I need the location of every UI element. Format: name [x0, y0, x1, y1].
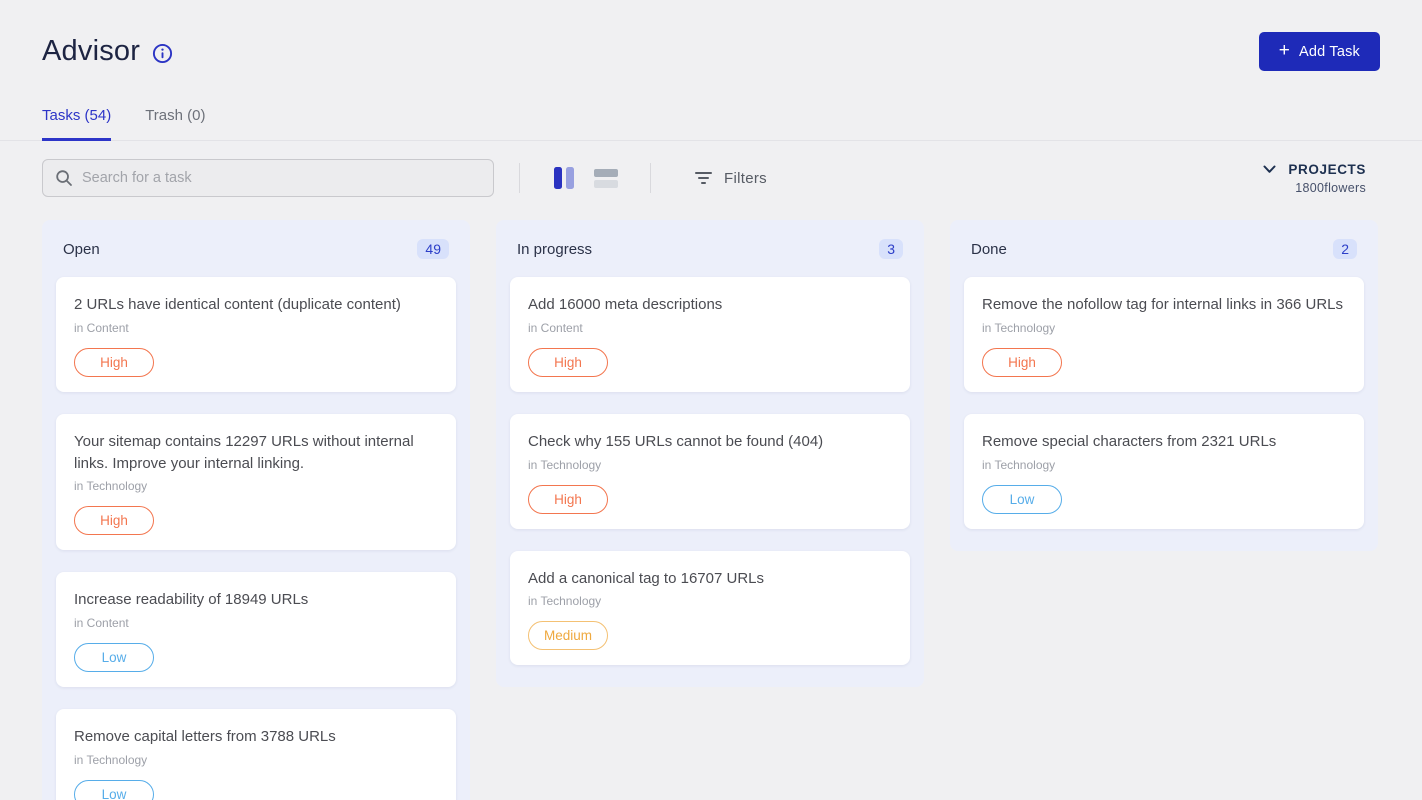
add-task-label: Add Task [1299, 44, 1360, 60]
page-title: Advisor [42, 35, 140, 68]
advisor-page: Advisor + Add Task Tasks (54) Trash (0) [0, 0, 1422, 800]
priority-badge: High [528, 485, 608, 514]
priority-badge: High [528, 348, 608, 377]
task-card[interactable]: Increase readability of 18949 URLs in Con… [56, 572, 456, 687]
column-header: Open 49 [56, 232, 456, 277]
task-card[interactable]: Add 16000 meta descriptions in Content Hig… [510, 277, 910, 392]
list-view-icon[interactable] [594, 169, 618, 188]
task-card[interactable]: Remove capital letters from 3788 URLs in … [56, 709, 456, 800]
search-box[interactable] [42, 159, 494, 197]
board-column-done: Done 2 Remove the nofollow tag for interna… [950, 220, 1378, 551]
cards-list: 2 URLs have identical content (duplicate… [56, 277, 456, 800]
info-icon[interactable] [152, 43, 173, 64]
column-count-badge: 3 [879, 239, 903, 259]
column-title: In progress [517, 241, 592, 258]
task-category: in Technology [528, 458, 892, 472]
task-card[interactable]: Add a canonical tag to 16707 URLs in Tech… [510, 551, 910, 666]
column-title: Done [971, 241, 1007, 258]
task-card[interactable]: Remove the nofollow tag for internal lin… [964, 277, 1364, 392]
priority-badge: Low [74, 643, 154, 672]
task-title: Remove capital letters from 3788 URLs [74, 726, 438, 748]
task-card[interactable]: Remove special characters from 2321 URLs… [964, 414, 1364, 529]
filters-button[interactable]: Filters [695, 170, 767, 187]
task-category: in Content [74, 321, 438, 335]
column-count-badge: 2 [1333, 239, 1357, 259]
task-category: in Technology [74, 753, 438, 767]
priority-badge: High [74, 506, 154, 535]
search-input[interactable] [82, 170, 481, 186]
toolbar: Filters PROJECTS 1800flowers [42, 159, 1380, 197]
task-title: Check why 155 URLs cannot be found (404) [528, 431, 892, 453]
priority-badge: High [74, 348, 154, 377]
task-title: Your sitemap contains 12297 URLs without… [74, 431, 438, 475]
task-title: Add 16000 meta descriptions [528, 294, 892, 316]
toolbar-divider [519, 163, 520, 193]
task-title: Remove the nofollow tag for internal lin… [982, 294, 1346, 316]
priority-badge: High [982, 348, 1062, 377]
task-category: in Content [74, 616, 438, 630]
current-project-name: 1800flowers [1295, 181, 1366, 195]
task-title: Increase readability of 18949 URLs [74, 589, 438, 611]
task-category: in Technology [528, 594, 892, 608]
tab-tasks[interactable]: Tasks (54) [42, 107, 111, 141]
chevron-down-icon [1263, 165, 1276, 174]
priority-badge: Medium [528, 621, 608, 650]
projects-label: PROJECTS [1288, 162, 1366, 177]
task-title: Remove special characters from 2321 URLs [982, 431, 1346, 453]
task-card[interactable]: Your sitemap contains 12297 URLs without… [56, 414, 456, 551]
cards-list: Add 16000 meta descriptions in Content Hig… [510, 277, 910, 665]
plus-icon: + [1279, 41, 1290, 62]
filter-icon [695, 172, 712, 184]
task-card[interactable]: 2 URLs have identical content (duplicate… [56, 277, 456, 392]
column-header: In progress 3 [510, 232, 910, 277]
tabs-bar: Tasks (54) Trash (0) [0, 107, 1422, 141]
projects-selector[interactable]: PROJECTS 1800flowers [1263, 162, 1366, 195]
filters-label: Filters [724, 170, 767, 187]
task-card[interactable]: Check why 155 URLs cannot be found (404)… [510, 414, 910, 529]
cards-list: Remove the nofollow tag for internal lin… [964, 277, 1364, 529]
task-category: in Technology [982, 458, 1346, 472]
search-icon [55, 169, 73, 187]
view-toggle [553, 166, 618, 190]
task-board: Open 49 2 URLs have identical content (dup… [42, 220, 1380, 800]
column-count-badge: 49 [417, 239, 449, 259]
task-category: in Technology [982, 321, 1346, 335]
task-title: Add a canonical tag to 16707 URLs [528, 568, 892, 590]
page-header: Advisor + Add Task [42, 0, 1380, 71]
add-task-button[interactable]: + Add Task [1259, 32, 1380, 71]
board-column-open: Open 49 2 URLs have identical content (dup… [42, 220, 470, 800]
column-title: Open [63, 241, 100, 258]
task-title: 2 URLs have identical content (duplicate… [74, 294, 438, 316]
column-header: Done 2 [964, 232, 1364, 277]
priority-badge: Low [74, 780, 154, 800]
task-category: in Technology [74, 479, 438, 493]
toolbar-divider [650, 163, 651, 193]
task-category: in Content [528, 321, 892, 335]
board-view-icon[interactable] [553, 166, 575, 190]
tab-trash[interactable]: Trash (0) [145, 107, 205, 140]
board-column-in-progress: In progress 3 Add 16000 meta descriptions i… [496, 220, 924, 687]
priority-badge: Low [982, 485, 1062, 514]
